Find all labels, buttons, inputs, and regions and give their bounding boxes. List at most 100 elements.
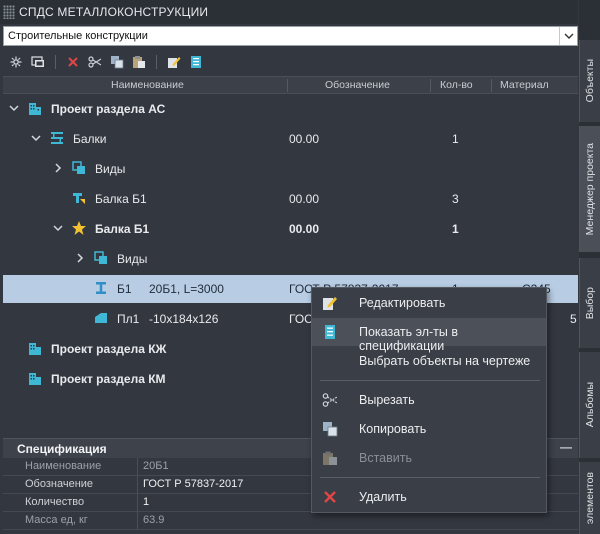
tree-row-beam-b1-active[interactable]: Балка Б1 00.00 1 xyxy=(3,215,578,243)
column-header-designation[interactable]: Обозначение xyxy=(325,79,390,91)
tree-column-header: Наименование Обозначение Кол-во Материал xyxy=(3,76,578,94)
column-header-material[interactable]: Материал xyxy=(500,79,549,91)
spec-value: 1 xyxy=(143,496,150,508)
menu-item-paste[interactable]: Вставить xyxy=(312,444,546,472)
spec-divider xyxy=(137,512,138,530)
tree-row-views[interactable]: Виды xyxy=(3,155,578,183)
menu-item-select-on-drawing[interactable]: Выбрать объекты на чертеже xyxy=(312,347,546,375)
category-dropdown-value: Строительные конструкции xyxy=(8,30,148,42)
building-icon xyxy=(29,103,41,115)
tab-project-manager[interactable]: Менеджер проекта xyxy=(579,126,600,252)
specification-title: Спецификация xyxy=(17,441,107,456)
views-icon xyxy=(72,161,85,174)
tab-label: Менеджер проекта xyxy=(584,142,596,236)
tree-row-designation: 00.00 xyxy=(289,192,320,206)
menu-item-show-in-spec[interactable]: Показать эл-ты в спецификации xyxy=(312,318,546,353)
menu-item-label: Вырезать xyxy=(359,393,415,407)
chevron-down-icon[interactable] xyxy=(52,222,64,234)
tree-row-label: Б1 xyxy=(117,282,132,296)
tree-row-label: Виды xyxy=(117,252,148,266)
paste-icon[interactable] xyxy=(131,54,147,70)
copy-icon[interactable] xyxy=(109,54,125,70)
beam-instance-icon xyxy=(73,193,85,204)
column-header-name[interactable]: Наименование xyxy=(111,79,184,91)
delete-x-icon xyxy=(324,491,336,503)
spec-table-icon[interactable] xyxy=(188,54,204,70)
spec-row-mass[interactable]: Масса ед, кг 63.9 xyxy=(3,512,578,530)
settings-gear-icon[interactable] xyxy=(8,54,24,70)
column-header-qty[interactable]: Кол-во xyxy=(440,79,473,91)
tree-row-beams[interactable]: Балки 00.00 1 xyxy=(3,125,578,153)
tree-row-label: Пл1 xyxy=(117,312,140,326)
tree-row-label: Проект раздела КЖ xyxy=(51,342,167,356)
spec-divider xyxy=(137,458,138,476)
tab-elements[interactable]: элементов xyxy=(579,462,600,534)
menu-item-label: Копировать xyxy=(359,422,427,436)
toolbar-separator xyxy=(55,55,56,69)
category-dropdown[interactable]: Строительные конструкции xyxy=(3,26,578,46)
side-tab-strip: Объекты Менеджер проекта Выбор Альбомы э… xyxy=(579,0,600,534)
tree-row-views[interactable]: Виды xyxy=(3,245,578,273)
column-divider[interactable] xyxy=(287,79,288,92)
tree-row-qty: 3 xyxy=(452,192,459,206)
menu-item-label: Удалить xyxy=(359,490,407,504)
menu-item-edit[interactable]: Редактировать xyxy=(312,289,546,317)
tree-row-project-as[interactable]: Проект раздела АС xyxy=(3,95,578,123)
collapse-icon[interactable]: — xyxy=(560,440,572,454)
spec-value: 20Б1 xyxy=(143,460,169,472)
views-icon xyxy=(94,251,107,264)
toolbar xyxy=(0,50,578,74)
tree-row-beam-b1[interactable]: Балка Б1 00.00 3 xyxy=(3,185,578,213)
tab-albums[interactable]: Альбомы xyxy=(579,352,600,458)
spec-divider xyxy=(137,494,138,512)
i-beam-icon xyxy=(96,282,106,294)
spec-key: Обозначение xyxy=(25,478,94,490)
chevron-down-icon[interactable] xyxy=(8,102,20,114)
copy-icon xyxy=(323,422,338,437)
menu-separator xyxy=(320,380,540,381)
edit-icon[interactable] xyxy=(166,54,182,70)
tree-row-label: Проект раздела АС xyxy=(51,102,166,116)
tab-label: Выбор xyxy=(584,286,596,320)
tree-row-qty: 1 xyxy=(452,132,459,146)
column-divider[interactable] xyxy=(430,79,431,92)
star-icon xyxy=(72,221,86,235)
tree-row-label: Балка Б1 xyxy=(95,192,147,206)
plate-icon xyxy=(95,313,107,323)
panel-title: СПДС МЕТАЛЛОКОНСТРУКЦИИ xyxy=(19,5,209,19)
tab-label: Объекты xyxy=(584,59,596,103)
chevron-right-icon[interactable] xyxy=(52,162,64,174)
column-divider[interactable] xyxy=(491,79,492,92)
menu-item-cut[interactable]: Вырезать xyxy=(312,386,546,414)
context-menu: Редактировать Показать эл-ты в специфика… xyxy=(311,287,547,513)
building-icon xyxy=(29,373,41,385)
spec-table-icon xyxy=(325,325,335,339)
beam-group-icon xyxy=(51,132,63,144)
menu-separator xyxy=(320,477,540,478)
chevron-down-icon[interactable] xyxy=(30,132,42,144)
menu-item-copy[interactable]: Копировать xyxy=(312,415,546,443)
tree-row-designation: 00.00 xyxy=(289,222,320,236)
spec-key: Количество xyxy=(25,496,85,508)
chevron-right-icon[interactable] xyxy=(74,252,86,264)
delete-x-icon[interactable] xyxy=(65,54,81,70)
spec-divider xyxy=(137,476,138,494)
menu-item-delete[interactable]: Удалить xyxy=(312,483,546,511)
tree-row-label: Проект раздела КМ xyxy=(51,372,166,386)
edit-icon xyxy=(323,297,337,310)
tree-row-designation: 00.00 xyxy=(289,132,320,146)
tree-row-label: Балки xyxy=(73,132,107,146)
cut-icon[interactable] xyxy=(87,54,103,70)
paste-icon xyxy=(323,451,337,465)
window-view-icon[interactable] xyxy=(30,54,46,70)
spec-value: 63.9 xyxy=(143,514,165,526)
chevron-down-icon[interactable] xyxy=(559,27,577,45)
spec-value: ГОСТ Р 57837-2017 xyxy=(143,478,244,490)
panel-titlebar[interactable]: СПДС МЕТАЛЛОКОНСТРУКЦИИ xyxy=(0,0,578,24)
menu-item-label: Вставить xyxy=(359,451,412,465)
tab-selection[interactable]: Выбор xyxy=(579,258,600,348)
tab-objects[interactable]: Объекты xyxy=(579,40,600,122)
building-icon xyxy=(29,343,41,355)
drag-grip-icon[interactable] xyxy=(3,5,15,19)
toolbar-separator xyxy=(156,55,157,69)
